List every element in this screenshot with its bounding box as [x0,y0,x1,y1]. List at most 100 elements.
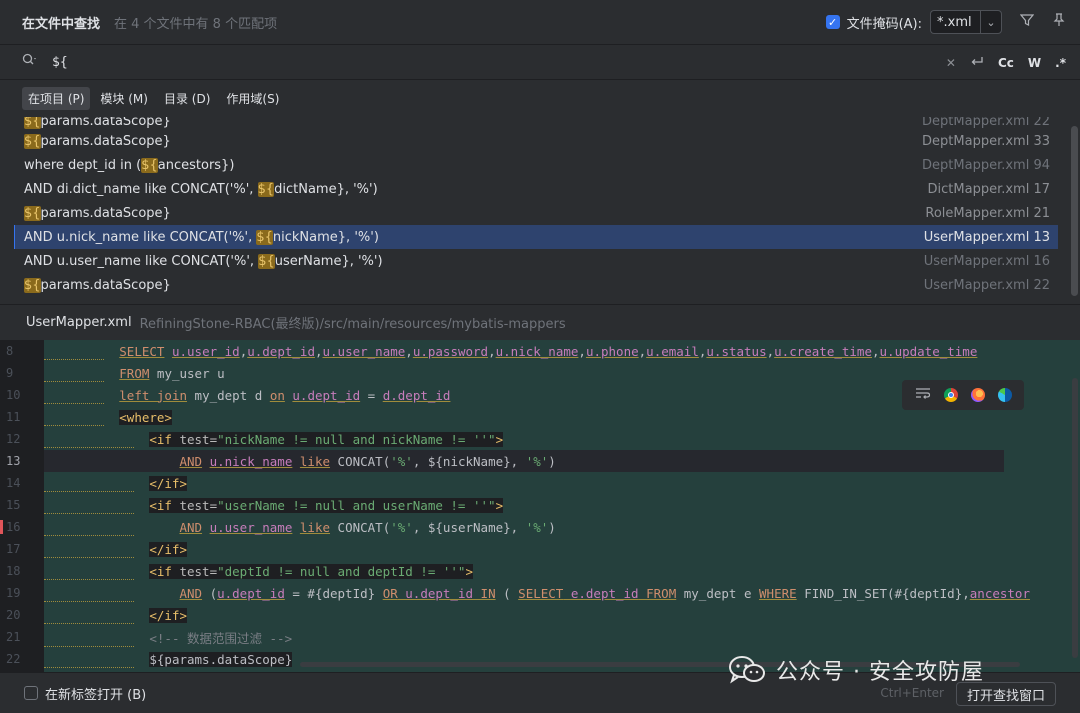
result-location: UserMapper.xml 16 [923,253,1050,269]
preview-file-name: UserMapper.xml [26,315,132,330]
change-marker [0,520,3,534]
result-match: ${ [256,229,273,245]
chevron-down-icon: ⌄ [986,15,996,29]
line-number: 19 [6,586,21,600]
code-text: <where> [44,409,172,426]
result-row[interactable]: ${params.dataScope} DeptMapper.xml 22 [0,117,1080,129]
wechat-icon [728,655,766,685]
line-number: 8 [6,344,14,358]
editor-vertical-scrollbar[interactable] [1072,378,1078,658]
pin-icon[interactable] [1052,13,1066,31]
result-location: UserMapper.xml 22 [923,277,1050,293]
code-text: </if> [44,607,188,624]
tab-scope[interactable]: 作用域(S) [220,87,285,110]
chrome-icon[interactable] [943,388,958,402]
dialog-title: 在文件中查找 [22,16,101,32]
file-mask-checkbox[interactable]: ✓ [825,15,840,29]
clear-icon[interactable]: ✕ [946,56,956,70]
header-controls: ✓ 文件掩码(A): *.xml ⌄ [825,0,1066,44]
new-tab-checkbox[interactable] [24,686,38,700]
code-text: left join my_dept d on u.dept_id = d.dep… [44,387,450,404]
line-number: 20 [6,608,21,622]
code-text: ${params.dataScope} [44,651,293,668]
new-tab-label: 在新标签打开 (B) [45,687,147,703]
result-post: ancestors}) [157,157,235,173]
line-number: 18 [6,564,21,578]
code-text: AND (u.dept_id = #{deptId} OR u.dept_id … [44,585,1030,602]
file-mask-dropdown[interactable]: ⌄ [980,10,1002,34]
watermark: 公众号 · 安全攻防屋 [728,650,984,690]
code-text: AND u.nick_name like CONCAT('%', ${nickN… [179,453,556,469]
result-pre: AND di.dict_name like CONCAT('%', [24,181,258,197]
preview-file-path: RefiningStone-RBAC(最终版)/src/main/resourc… [139,317,566,332]
result-row[interactable]: ${params.dataScope} DeptMapper.xml 33 [0,129,1080,153]
scope-tabs: 在项目 (P) 模块 (M) 目录 (D) 作用域(S) [0,82,1080,114]
result-post: params.dataScope} [40,205,171,221]
line-number: 12 [6,432,21,446]
search-input[interactable] [52,54,852,70]
watermark-text: 公众号 · 安全攻防屋 [776,660,984,685]
result-row[interactable]: AND u.user_name like CONCAT('%', ${userN… [0,249,1080,273]
tab-module[interactable]: 模块 (M) [94,87,154,110]
code-line: 17 </if> [0,538,1080,560]
line-number: 9 [6,366,14,380]
code-text: <!-- 数据范围过滤 --> [44,628,292,647]
tab-project[interactable]: 在项目 (P) [22,86,91,110]
result-match: ${ [24,277,41,293]
search-history-icon[interactable] [22,53,38,71]
search-options: ✕ Cc W .* [946,45,1066,81]
result-post: params.dataScope} [40,133,171,149]
result-match: ${ [24,205,41,221]
result-pre: AND u.user_name like CONCAT('%', [24,253,259,269]
code-text: <if test="userName != null and userName … [44,497,504,514]
code-line-current: 13 AND u.nick_name like CONCAT('%', ${ni… [0,450,1080,472]
result-match: ${ [141,157,158,173]
line-number: 21 [6,630,21,644]
result-row[interactable]: ${params.dataScope} RoleMapper.xml 21 [0,201,1080,225]
dialog-header: 在文件中查找 在 4 个文件中有 8 个匹配项 ✓ 文件掩码(A): *.xml… [0,0,1080,44]
browser-preview-bar [902,380,1024,410]
result-match: ${ [24,133,41,149]
result-pre: AND u.nick_name like CONCAT('%', [24,229,257,245]
line-number: 14 [6,476,21,490]
line-number: 15 [6,498,21,512]
result-post: params.dataScope} [40,277,171,293]
firefox-icon[interactable] [970,388,985,402]
file-mask-input[interactable]: *.xml [930,10,980,34]
code-text: </if> [44,475,188,492]
result-location: DeptMapper.xml 94 [922,157,1050,173]
code-line: 21 <!-- 数据范围过滤 --> [0,626,1080,648]
code-text: </if> [44,541,188,558]
code-text: FROM my_user u [44,365,225,382]
result-location: RoleMapper.xml 21 [925,205,1050,221]
tab-directory[interactable]: 目录 (D) [158,87,216,110]
result-row[interactable]: AND di.dict_name like CONCAT('%', ${dict… [0,177,1080,201]
code-line: 15 <if test="userName != null and userNa… [0,494,1080,516]
match-case-toggle[interactable]: Cc [998,56,1014,70]
result-match: ${ [24,117,41,129]
file-mask-label: 文件掩码(A): [846,16,922,32]
edge-icon[interactable] [997,388,1012,402]
result-row-selected[interactable]: AND u.nick_name like CONCAT('%', ${nickN… [14,225,1058,249]
match-count: 在 4 个文件中有 8 个匹配项 [114,16,278,32]
line-number: 17 [6,542,21,556]
regex-toggle[interactable]: .* [1055,56,1066,70]
line-number: 22 [6,652,21,666]
search-row: ✕ Cc W .* [0,44,1080,80]
newline-icon[interactable] [970,56,984,71]
whole-words-toggle[interactable]: W [1028,56,1041,70]
code-line: 12 <if test="nickName != null and nickNa… [0,428,1080,450]
results-list: ${params.dataScope} DeptMapper.xml 22 ${… [0,117,1080,301]
line-number: 16 [6,520,21,534]
line-number: 11 [6,410,21,424]
result-row[interactable]: where dept_id in (${ancestors}) DeptMapp… [0,153,1080,177]
code-line: 18 <if test="deptId != null and deptId !… [0,560,1080,582]
result-location: DeptMapper.xml 22 [922,117,1050,129]
result-row[interactable]: ${params.dataScope} UserMapper.xml 22 [0,273,1080,297]
soft-wrap-icon[interactable] [915,387,931,403]
filter-icon[interactable] [1019,13,1035,31]
code-line: 19 AND (u.dept_id = #{deptId} OR u.dept_… [0,582,1080,604]
result-location: DictMapper.xml 17 [927,181,1050,197]
code-line: 8 SELECT u.user_id,u.dept_id,u.user_name… [0,340,1080,362]
results-scrollbar[interactable] [1071,126,1078,296]
